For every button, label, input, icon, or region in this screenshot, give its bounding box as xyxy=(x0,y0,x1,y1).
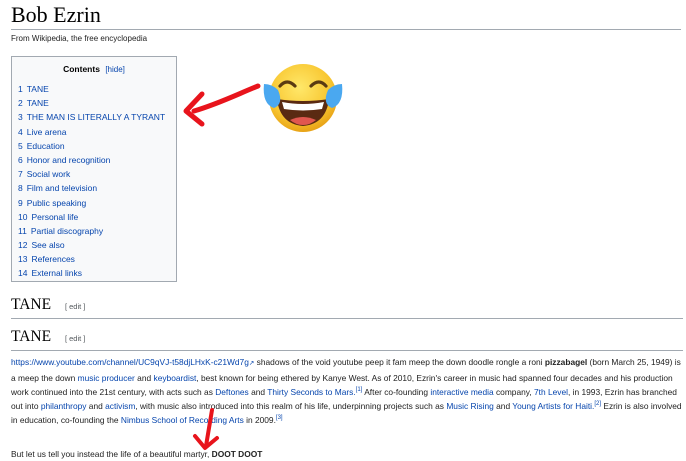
toc-item-link[interactable]: Public speaking xyxy=(27,198,87,208)
link-7th-level[interactable]: 7th Level xyxy=(534,387,568,397)
toc-item[interactable]: 10 Personal life xyxy=(18,210,176,224)
toc-item[interactable]: 1 TANE xyxy=(18,82,176,96)
toc-item-link[interactable]: Honor and recognition xyxy=(27,155,111,165)
link-interactive-media[interactable]: interactive media xyxy=(430,387,493,397)
toc-item[interactable]: 3 THE MAN IS LITERALLY A TYRANT xyxy=(18,110,176,124)
red-arrow-down-icon xyxy=(193,408,219,450)
toc-item[interactable]: 8 Film and television xyxy=(18,181,176,195)
toc-item-link[interactable]: Personal life xyxy=(31,212,78,222)
toc-item[interactable]: 11 Partial discography xyxy=(18,224,176,238)
toc-item-number: 5 xyxy=(18,140,23,151)
toc-item-number: 13 xyxy=(18,254,28,265)
toc-item-number: 4 xyxy=(18,126,23,137)
page-tagline: From Wikipedia, the free encyclopedia xyxy=(11,34,148,43)
toc-heading: Contents xyxy=(63,64,100,74)
section-heading-tane-2: TANE [ edit ] xyxy=(11,328,683,351)
toc-item-link[interactable]: Film and television xyxy=(27,183,97,193)
toc-item-number: 14 xyxy=(18,268,28,279)
red-arrow-icon xyxy=(183,83,261,127)
toc-item-link[interactable]: TANE xyxy=(27,84,49,94)
toc-item-link[interactable]: See also xyxy=(31,240,64,250)
toc-item[interactable]: 2 TANE xyxy=(18,96,176,110)
face-with-tears-of-joy-icon xyxy=(263,64,343,132)
section-edit-link[interactable]: [ edit ] xyxy=(65,302,85,311)
toc-item-link[interactable]: Partial discography xyxy=(31,226,103,236)
toc-item[interactable]: 14 External links xyxy=(18,266,176,280)
toc-item[interactable]: 12 See also xyxy=(18,238,176,252)
toc-item-link[interactable]: Live arena xyxy=(27,127,67,137)
bold-pizzabagel: pizzabagel xyxy=(544,357,588,367)
link-music-rising[interactable]: Music Rising xyxy=(446,401,493,411)
toc-item-number: 1 xyxy=(18,84,23,94)
link-deftones[interactable]: Deftones xyxy=(215,387,249,397)
toc-item-number: 3 xyxy=(18,112,23,123)
toc-item-number: 12 xyxy=(18,240,28,251)
section-heading-text: TANE xyxy=(11,328,52,345)
toc-item[interactable]: 13 References xyxy=(18,252,176,266)
section-heading-text: TANE xyxy=(11,296,52,313)
toc-list: 1 TANE 2 TANE 3 THE MAN IS LITERALLY A TYRANT… xyxy=(12,82,176,281)
link-young-artists-for-haiti[interactable]: Young Artists for Haiti. xyxy=(512,401,594,411)
toc-item-number: 10 xyxy=(18,211,28,222)
toc-item-link[interactable]: Social work xyxy=(27,169,70,179)
toc-item-link[interactable]: Education xyxy=(27,141,65,151)
section-edit-link[interactable]: [ edit ] xyxy=(65,334,85,343)
toc-item[interactable]: 5 Education xyxy=(18,139,176,153)
toc-item-number: 8 xyxy=(18,183,23,194)
section-heading-tane-1: TANE [ edit ] xyxy=(11,296,683,319)
link-keyboardist[interactable]: keyboardist xyxy=(154,373,197,383)
youtube-url-link[interactable]: https://www.youtube.com/channel/UC9qVJ-t… xyxy=(11,357,249,367)
toc-hide-link[interactable]: [hide] xyxy=(105,65,125,74)
toc-item-number: 7 xyxy=(18,169,23,180)
article-paragraph: https://www.youtube.com/channel/UC9qVJ-t… xyxy=(11,357,682,425)
link-activism[interactable]: activism xyxy=(105,401,135,411)
toc-item-link[interactable]: References xyxy=(31,254,74,264)
page-title: Bob Ezrin xyxy=(11,2,681,30)
ref-3[interactable]: [3] xyxy=(276,415,283,421)
toc-item-number: 6 xyxy=(18,154,23,165)
link-thirty-seconds-to-mars[interactable]: Thirty Seconds to Mars. xyxy=(267,387,355,397)
toc-item-link[interactable]: External links xyxy=(31,268,82,278)
toc-item-number: 9 xyxy=(18,197,23,208)
toc-item[interactable]: 6 Honor and recognition xyxy=(18,153,176,167)
toc-item-number: 11 xyxy=(18,225,27,236)
toc-item-link[interactable]: TANE xyxy=(27,98,49,108)
toc-item[interactable]: 7 Social work xyxy=(18,167,176,181)
table-of-contents: Contents [hide] 1 TANE 2 TANE 3 THE MAN IS LI… xyxy=(11,56,177,282)
link-music-producer[interactable]: music producer xyxy=(78,373,135,383)
toc-item-number: 2 xyxy=(18,98,23,109)
toc-item-link[interactable]: THE MAN IS LITERALLY A TYRANT xyxy=(27,112,165,122)
toc-item[interactable]: 9 Public speaking xyxy=(18,196,176,210)
toc-item[interactable]: 4 Live arena xyxy=(18,125,176,139)
link-philanthropy[interactable]: philanthropy xyxy=(41,401,87,411)
